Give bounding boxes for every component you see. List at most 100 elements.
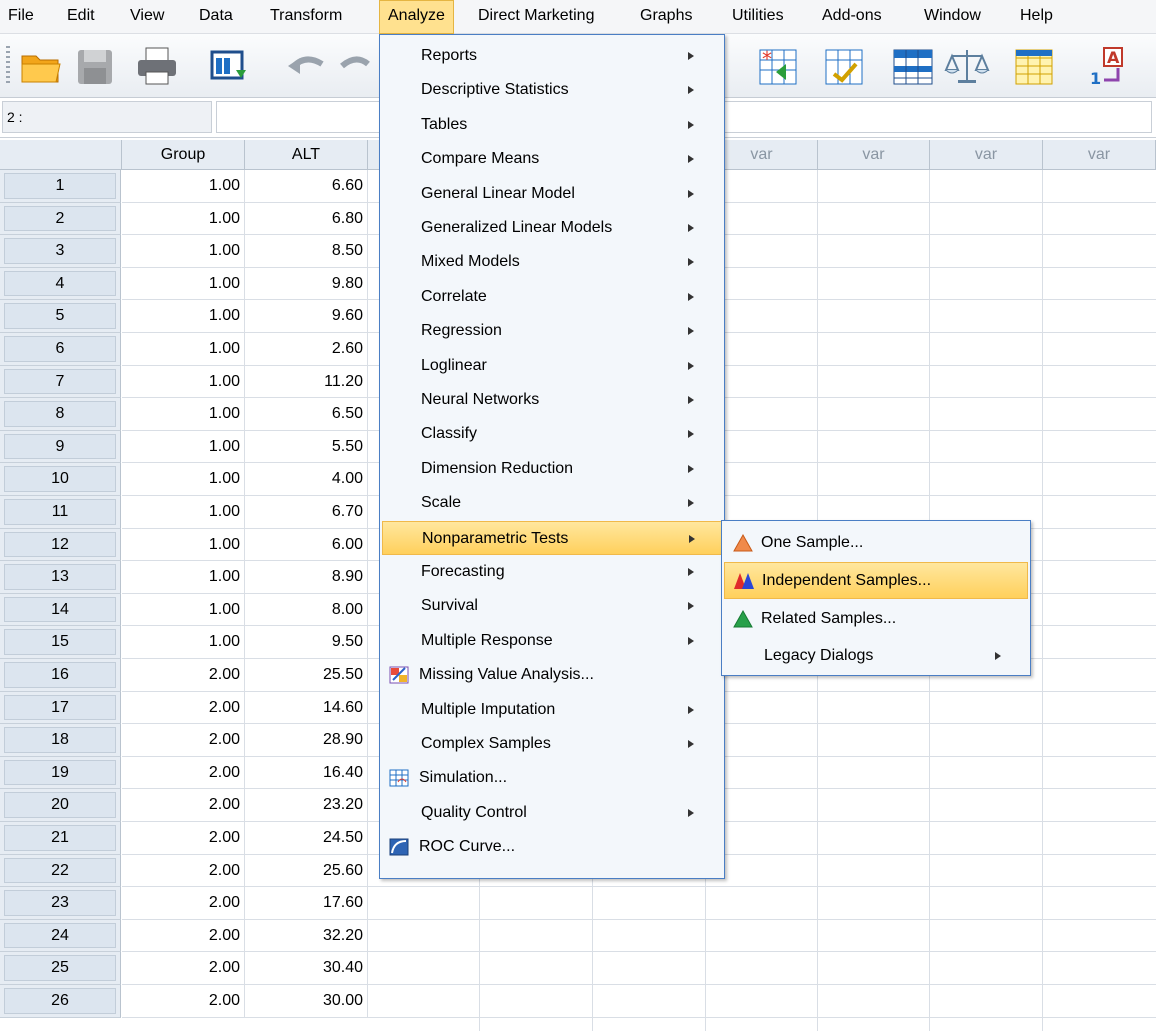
menu-item-simulation[interactable]: Simulation... bbox=[382, 761, 722, 795]
column-header-var[interactable]: var bbox=[818, 140, 930, 170]
menu-item-survival[interactable]: Survival bbox=[382, 589, 722, 623]
row-header[interactable]: 9 bbox=[0, 431, 121, 464]
menu-item-multiple-imputation[interactable]: Multiple Imputation bbox=[382, 693, 722, 727]
cell-alt[interactable]: 11.20 bbox=[245, 366, 368, 399]
row-header[interactable]: 23 bbox=[0, 887, 121, 920]
cell-group[interactable]: 2.00 bbox=[122, 952, 245, 985]
row-header[interactable]: 3 bbox=[0, 235, 121, 268]
insert-cases-icon[interactable]: * bbox=[756, 44, 802, 88]
menu-item-missing-value-analysis[interactable]: Missing Value Analysis... bbox=[382, 658, 722, 692]
cell-group[interactable]: 2.00 bbox=[122, 659, 245, 692]
menu-item-descriptive-statistics[interactable]: Descriptive Statistics bbox=[382, 73, 722, 107]
cell-alt[interactable]: 9.60 bbox=[245, 300, 368, 333]
menu-view[interactable]: View bbox=[122, 0, 172, 34]
cell-alt[interactable]: 2.60 bbox=[245, 333, 368, 366]
cell-group[interactable]: 1.00 bbox=[122, 529, 245, 562]
cell-group[interactable]: 1.00 bbox=[122, 431, 245, 464]
menu-item-classify[interactable]: Classify bbox=[382, 417, 722, 451]
cell-group[interactable]: 1.00 bbox=[122, 268, 245, 301]
menu-item-compare-means[interactable]: Compare Means bbox=[382, 142, 722, 176]
cell-alt[interactable]: 17.60 bbox=[245, 887, 368, 920]
cell-group[interactable]: 1.00 bbox=[122, 235, 245, 268]
menu-item-regression[interactable]: Regression bbox=[382, 314, 722, 348]
menu-item-quality-control[interactable]: Quality Control bbox=[382, 796, 722, 830]
cell-group[interactable]: 1.00 bbox=[122, 300, 245, 333]
menu-item-related-samples[interactable]: Related Samples... bbox=[724, 601, 1028, 638]
cell-group[interactable]: 1.00 bbox=[122, 170, 245, 203]
cell-group[interactable]: 2.00 bbox=[122, 692, 245, 725]
cell-group[interactable]: 2.00 bbox=[122, 757, 245, 790]
cell-alt[interactable]: 6.00 bbox=[245, 529, 368, 562]
row-header[interactable]: 22 bbox=[0, 855, 121, 888]
menu-item-generalized-linear-models[interactable]: Generalized Linear Models bbox=[382, 211, 722, 245]
menu-item-independent-samples[interactable]: Independent Samples... bbox=[724, 562, 1028, 599]
recall-dialog-icon[interactable] bbox=[206, 44, 252, 88]
cell-group[interactable]: 1.00 bbox=[122, 366, 245, 399]
menu-analyze[interactable]: Analyze bbox=[379, 0, 454, 34]
cell-group[interactable]: 2.00 bbox=[122, 724, 245, 757]
menu-item-reports[interactable]: Reports bbox=[382, 39, 722, 73]
row-header[interactable]: 5 bbox=[0, 300, 121, 333]
cell-alt[interactable]: 28.90 bbox=[245, 724, 368, 757]
empty-cells[interactable] bbox=[368, 887, 1156, 920]
menu-graphs[interactable]: Graphs bbox=[632, 0, 700, 34]
print-icon[interactable] bbox=[134, 44, 180, 88]
menu-item-mixed-models[interactable]: Mixed Models bbox=[382, 245, 722, 279]
cell-alt[interactable]: 32.20 bbox=[245, 920, 368, 953]
row-header[interactable]: 25 bbox=[0, 952, 121, 985]
menu-add-ons[interactable]: Add-ons bbox=[814, 0, 890, 34]
menu-utilities[interactable]: Utilities bbox=[724, 0, 792, 34]
cell-group[interactable]: 1.00 bbox=[122, 463, 245, 496]
menu-item-one-sample[interactable]: One Sample... bbox=[724, 525, 1028, 562]
row-header[interactable]: 15 bbox=[0, 626, 121, 659]
cell-group[interactable]: 1.00 bbox=[122, 496, 245, 529]
cell-alt[interactable]: 5.50 bbox=[245, 431, 368, 464]
select-cases-icon[interactable] bbox=[822, 44, 868, 88]
value-labels-icon[interactable]: A1 bbox=[1086, 44, 1132, 88]
cell-alt[interactable]: 8.90 bbox=[245, 561, 368, 594]
menu-item-correlate[interactable]: Correlate bbox=[382, 280, 722, 314]
cell-alt[interactable]: 16.40 bbox=[245, 757, 368, 790]
cell-group[interactable]: 1.00 bbox=[122, 594, 245, 627]
row-header[interactable]: 1 bbox=[0, 170, 121, 203]
cell-group[interactable]: 1.00 bbox=[122, 561, 245, 594]
cell-group[interactable]: 1.00 bbox=[122, 626, 245, 659]
value-labels-grid-icon[interactable] bbox=[1012, 44, 1058, 88]
menu-help[interactable]: Help bbox=[1012, 0, 1061, 34]
cell-group[interactable]: 1.00 bbox=[122, 203, 245, 236]
row-header[interactable]: 19 bbox=[0, 757, 121, 790]
menu-item-forecasting[interactable]: Forecasting bbox=[382, 555, 722, 589]
empty-cells[interactable] bbox=[368, 920, 1156, 953]
row-header[interactable]: 21 bbox=[0, 822, 121, 855]
menu-item-complex-samples[interactable]: Complex Samples bbox=[382, 727, 722, 761]
row-header[interactable]: 11 bbox=[0, 496, 121, 529]
column-header-var[interactable]: var bbox=[930, 140, 1043, 170]
save-icon[interactable] bbox=[72, 44, 118, 88]
cell-alt[interactable]: 6.60 bbox=[245, 170, 368, 203]
row-header[interactable]: 4 bbox=[0, 268, 121, 301]
cell-alt[interactable]: 9.50 bbox=[245, 626, 368, 659]
cell-group[interactable]: 2.00 bbox=[122, 985, 245, 1018]
row-header[interactable]: 8 bbox=[0, 398, 121, 431]
empty-cells[interactable] bbox=[368, 952, 1156, 985]
menu-item-nonparametric-tests[interactable]: Nonparametric Tests bbox=[382, 521, 722, 555]
menu-item-neural-networks[interactable]: Neural Networks bbox=[382, 383, 722, 417]
column-header-alt[interactable]: ALT bbox=[245, 140, 368, 170]
cell-alt[interactable]: 6.80 bbox=[245, 203, 368, 236]
cell-alt[interactable]: 25.50 bbox=[245, 659, 368, 692]
toolbar-grip[interactable] bbox=[6, 46, 10, 86]
menu-item-multiple-response[interactable]: Multiple Response bbox=[382, 624, 722, 658]
cell-alt[interactable]: 6.70 bbox=[245, 496, 368, 529]
empty-cells[interactable] bbox=[368, 985, 1156, 1018]
row-header[interactable]: 10 bbox=[0, 463, 121, 496]
cell-alt[interactable]: 4.00 bbox=[245, 463, 368, 496]
cell-alt[interactable]: 6.50 bbox=[245, 398, 368, 431]
row-header[interactable]: 12 bbox=[0, 529, 121, 562]
column-header-var[interactable]: var bbox=[1043, 140, 1156, 170]
cell-alt[interactable]: 9.80 bbox=[245, 268, 368, 301]
row-header[interactable]: 16 bbox=[0, 659, 121, 692]
open-folder-icon[interactable] bbox=[18, 44, 64, 88]
menu-item-loglinear[interactable]: Loglinear bbox=[382, 349, 722, 383]
row-header[interactable]: 24 bbox=[0, 920, 121, 953]
cell-alt[interactable]: 30.00 bbox=[245, 985, 368, 1018]
